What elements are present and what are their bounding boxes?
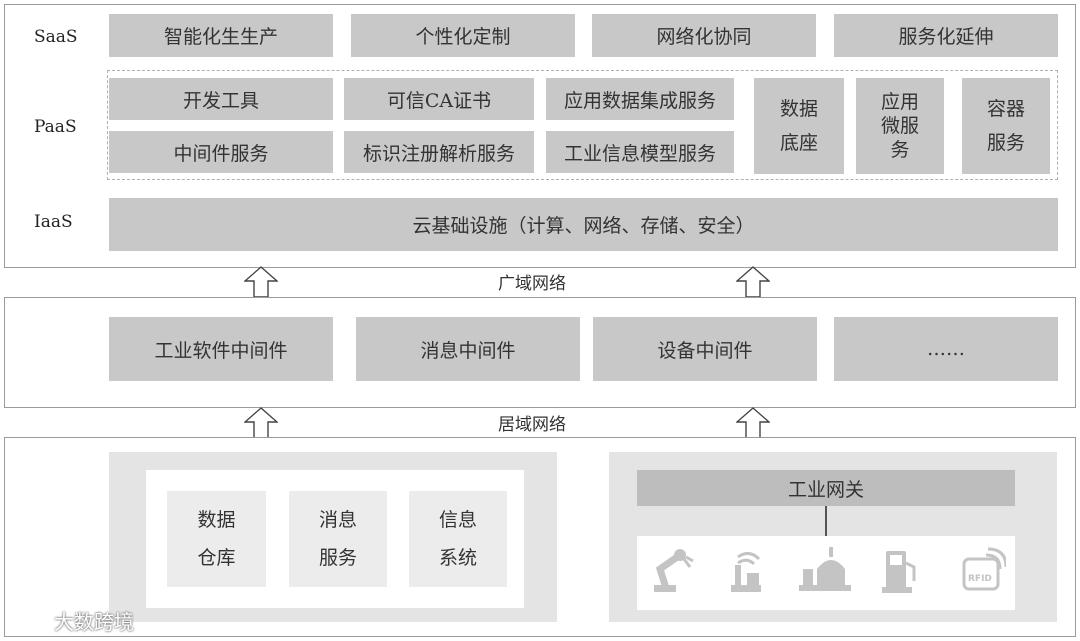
paas-data-base-line1: 数据 — [779, 98, 818, 120]
paas-data-base: 数据 底座 — [754, 78, 844, 174]
edge-info-system-line2: 系统 — [438, 547, 477, 569]
watermark: 大数跨境 — [10, 606, 134, 635]
rfid-icon: RFID — [962, 547, 1006, 591]
paas-container-line1: 容器 — [986, 98, 1025, 120]
edge-message-service-line2: 服务 — [318, 547, 357, 569]
gateway-connector-line — [825, 506, 827, 536]
watermark-text: 大数跨境 — [54, 610, 134, 634]
edge-info-system-line1: 信息 — [438, 509, 477, 531]
rfid-text: RFID — [968, 574, 992, 584]
paas-id-resolution: 标识注册解析服务 — [344, 131, 534, 173]
mw-message: 消息中间件 — [356, 317, 580, 381]
paas-microservice-line1: 应用 — [880, 91, 919, 113]
edge-data-warehouse-line1: 数据 — [197, 509, 236, 531]
paas-ca-cert: 可信CA证书 — [344, 78, 534, 120]
paas-microservice: 应用 微服 务 — [856, 78, 944, 174]
iaas-cloud-infra: 云基础设施（计算、网络、存储、安全） — [109, 198, 1058, 251]
paas-microservice-line2: 微服 — [880, 115, 919, 137]
paas-info-model: 工业信息模型服务 — [546, 131, 734, 173]
saas-label: SaaS — [34, 27, 78, 47]
paas-label: PaaS — [34, 117, 77, 137]
edge-info-system: 信息 系统 — [409, 491, 507, 587]
paas-container-line2: 服务 — [986, 132, 1025, 154]
robot-arm-icon — [654, 549, 694, 592]
paas-data-base-line2: 底座 — [779, 132, 818, 154]
wan-label: 广域网络 — [498, 274, 566, 294]
paas-dev-tools: 开发工具 — [109, 78, 333, 120]
edge-data-warehouse-line2: 仓库 — [197, 547, 236, 569]
edge-message-service: 消息 服务 — [289, 491, 387, 587]
up-arrow-icon — [244, 407, 278, 439]
paas-container: 容器 服务 — [962, 78, 1050, 174]
industrial-gateway: 工业网关 — [637, 470, 1015, 506]
lan-label: 居域网络 — [498, 415, 566, 435]
up-arrow-icon — [244, 266, 278, 298]
paas-microservice-line3: 务 — [890, 139, 910, 161]
pump-icon — [882, 551, 916, 593]
up-arrow-icon — [736, 266, 770, 298]
up-arrow-icon — [736, 407, 770, 439]
mw-more: …… — [834, 317, 1058, 381]
edge-message-service-line1: 消息 — [318, 509, 357, 531]
saas-item-4: 服务化延伸 — [834, 14, 1058, 57]
paas-middleware: 中间件服务 — [109, 131, 333, 173]
saas-item-2: 个性化定制 — [351, 14, 575, 57]
iaas-label: IaaS — [34, 212, 73, 232]
tank-icon — [799, 547, 851, 591]
watermark-logo-icon — [12, 612, 49, 629]
edge-data-warehouse: 数据 仓库 — [167, 491, 266, 587]
mw-device: 设备中间件 — [593, 317, 817, 381]
mw-industrial-software: 工业软件中间件 — [109, 317, 333, 381]
antenna-icon — [731, 552, 761, 592]
saas-item-3: 网络化协同 — [592, 14, 816, 57]
saas-item-1: 智能化生生产 — [109, 14, 333, 57]
paas-app-data: 应用数据集成服务 — [546, 78, 734, 120]
